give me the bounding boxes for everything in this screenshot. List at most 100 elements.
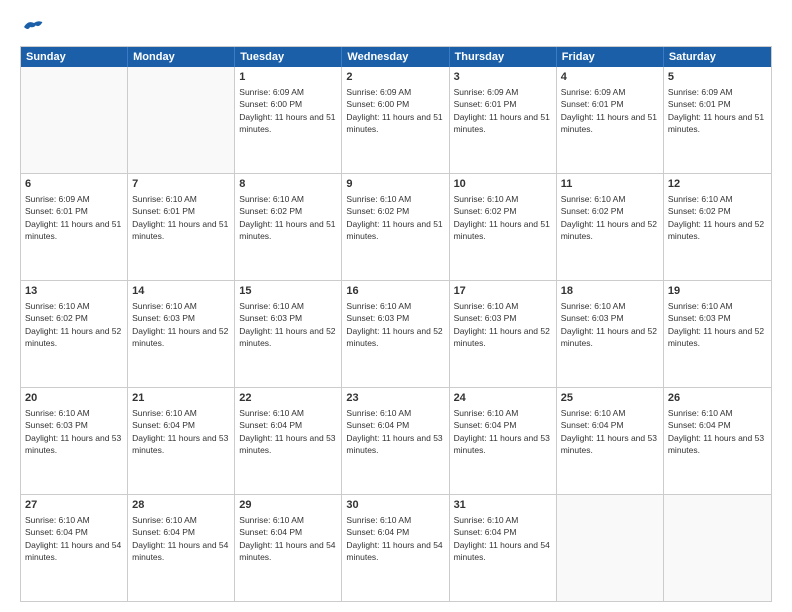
- day-info: Sunrise: 6:10 AMSunset: 6:04 PMDaylight:…: [668, 408, 764, 455]
- calendar-cell: 30 Sunrise: 6:10 AMSunset: 6:04 PMDayligh…: [342, 495, 449, 601]
- calendar-cell: 10 Sunrise: 6:10 AMSunset: 6:02 PMDayligh…: [450, 174, 557, 280]
- day-number: 18: [561, 284, 659, 299]
- day-info: Sunrise: 6:10 AMSunset: 6:03 PMDaylight:…: [561, 301, 657, 348]
- day-number: 16: [346, 284, 444, 299]
- logo-bird-icon: [22, 18, 44, 36]
- day-info: Sunrise: 6:09 AMSunset: 6:01 PMDaylight:…: [454, 87, 550, 134]
- day-number: 13: [25, 284, 123, 299]
- day-info: Sunrise: 6:10 AMSunset: 6:04 PMDaylight:…: [346, 515, 442, 562]
- calendar-grid: SundayMondayTuesdayWednesdayThursdayFrid…: [20, 46, 772, 602]
- day-number: 14: [132, 284, 230, 299]
- calendar-cell: 13 Sunrise: 6:10 AMSunset: 6:02 PMDayligh…: [21, 281, 128, 387]
- calendar-cell: 12Sunrise: 6:10 AMSunset: 6:02 PMDayligh…: [664, 174, 771, 280]
- day-info: Sunrise: 6:10 AMSunset: 6:04 PMDaylight:…: [454, 408, 550, 455]
- day-info: Sunrise: 6:10 AMSunset: 6:03 PMDaylight:…: [346, 301, 442, 348]
- day-info: Sunrise: 6:10 AMSunset: 6:04 PMDaylight:…: [239, 408, 335, 455]
- day-number: 19: [668, 284, 767, 299]
- day-number: 31: [454, 498, 552, 513]
- weekday-header-thursday: Thursday: [450, 47, 557, 67]
- day-info: Sunrise: 6:10 AMSunset: 6:04 PMDaylight:…: [132, 515, 228, 562]
- day-number: 10: [454, 177, 552, 192]
- calendar-cell: [21, 67, 128, 173]
- day-info: Sunrise: 6:10 AMSunset: 6:02 PMDaylight:…: [25, 301, 121, 348]
- calendar-cell: 15 Sunrise: 6:10 AMSunset: 6:03 PMDayligh…: [235, 281, 342, 387]
- day-number: 2: [346, 70, 444, 85]
- calendar-cell: 23 Sunrise: 6:10 AMSunset: 6:04 PMDayligh…: [342, 388, 449, 494]
- day-number: 3: [454, 70, 552, 85]
- day-info: Sunrise: 6:10 AMSunset: 6:04 PMDaylight:…: [561, 408, 657, 455]
- calendar-cell: 9Sunrise: 6:10 AMSunset: 6:02 PMDaylight…: [342, 174, 449, 280]
- day-info: Sunrise: 6:10 AMSunset: 6:04 PMDaylight:…: [132, 408, 228, 455]
- calendar-cell: 31 Sunrise: 6:10 AMSunset: 6:04 PMDayligh…: [450, 495, 557, 601]
- calendar-cell: 8Sunrise: 6:10 AMSunset: 6:02 PMDaylight…: [235, 174, 342, 280]
- day-info: Sunrise: 6:10 AMSunset: 6:02 PMDaylight:…: [239, 194, 335, 241]
- day-info: Sunrise: 6:09 AMSunset: 6:01 PMDaylight:…: [561, 87, 657, 134]
- day-number: 1: [239, 70, 337, 85]
- calendar-header: SundayMondayTuesdayWednesdayThursdayFrid…: [21, 47, 771, 67]
- calendar-cell: 24 Sunrise: 6:10 AMSunset: 6:04 PMDayligh…: [450, 388, 557, 494]
- calendar-page: SundayMondayTuesdayWednesdayThursdayFrid…: [0, 0, 792, 612]
- weekday-header-sunday: Sunday: [21, 47, 128, 67]
- day-number: 27: [25, 498, 123, 513]
- day-number: 7: [132, 177, 230, 192]
- calendar-row-2: 13 Sunrise: 6:10 AMSunset: 6:02 PMDayligh…: [21, 281, 771, 388]
- day-number: 25: [561, 391, 659, 406]
- calendar-cell: 16 Sunrise: 6:10 AMSunset: 6:03 PMDayligh…: [342, 281, 449, 387]
- day-number: 23: [346, 391, 444, 406]
- day-info: Sunrise: 6:10 AMSunset: 6:04 PMDaylight:…: [239, 515, 335, 562]
- day-info: Sunrise: 6:09 AMSunset: 6:00 PMDaylight:…: [346, 87, 442, 134]
- day-number: 24: [454, 391, 552, 406]
- day-number: 30: [346, 498, 444, 513]
- weekday-header-tuesday: Tuesday: [235, 47, 342, 67]
- day-number: 11: [561, 177, 659, 192]
- calendar-cell: 1 Sunrise: 6:09 AMSunset: 6:00 PMDaylight…: [235, 67, 342, 173]
- day-info: Sunrise: 6:10 AMSunset: 6:01 PMDaylight:…: [132, 194, 228, 241]
- day-number: 6: [25, 177, 123, 192]
- day-info: Sunrise: 6:10 AMSunset: 6:02 PMDaylight:…: [346, 194, 442, 241]
- day-number: 15: [239, 284, 337, 299]
- calendar-cell: 4 Sunrise: 6:09 AMSunset: 6:01 PMDaylight…: [557, 67, 664, 173]
- day-number: 5: [668, 70, 767, 85]
- calendar-row-4: 27 Sunrise: 6:10 AMSunset: 6:04 PMDayligh…: [21, 495, 771, 601]
- calendar-cell: 20Sunrise: 6:10 AMSunset: 6:03 PMDayligh…: [21, 388, 128, 494]
- weekday-header-wednesday: Wednesday: [342, 47, 449, 67]
- day-info: Sunrise: 6:10 AMSunset: 6:02 PMDaylight:…: [561, 194, 657, 241]
- calendar-cell: 22 Sunrise: 6:10 AMSunset: 6:04 PMDayligh…: [235, 388, 342, 494]
- day-info: Sunrise: 6:10 AMSunset: 6:02 PMDaylight:…: [668, 194, 764, 241]
- day-info: Sunrise: 6:10 AMSunset: 6:04 PMDaylight:…: [25, 515, 121, 562]
- weekday-header-saturday: Saturday: [664, 47, 771, 67]
- calendar-cell: 18 Sunrise: 6:10 AMSunset: 6:03 PMDayligh…: [557, 281, 664, 387]
- calendar-cell: 19Sunrise: 6:10 AMSunset: 6:03 PMDayligh…: [664, 281, 771, 387]
- day-info: Sunrise: 6:09 AMSunset: 6:01 PMDaylight:…: [668, 87, 764, 134]
- day-number: 4: [561, 70, 659, 85]
- day-info: Sunrise: 6:10 AMSunset: 6:03 PMDaylight:…: [239, 301, 335, 348]
- calendar-cell: 14Sunrise: 6:10 AMSunset: 6:03 PMDayligh…: [128, 281, 235, 387]
- calendar-cell: 27 Sunrise: 6:10 AMSunset: 6:04 PMDayligh…: [21, 495, 128, 601]
- day-number: 22: [239, 391, 337, 406]
- calendar-cell: 25 Sunrise: 6:10 AMSunset: 6:04 PMDayligh…: [557, 388, 664, 494]
- calendar-cell: 17Sunrise: 6:10 AMSunset: 6:03 PMDayligh…: [450, 281, 557, 387]
- day-number: 29: [239, 498, 337, 513]
- day-info: Sunrise: 6:10 AMSunset: 6:02 PMDaylight:…: [454, 194, 550, 241]
- calendar-cell: 2 Sunrise: 6:09 AMSunset: 6:00 PMDaylight…: [342, 67, 449, 173]
- calendar-cell: 21 Sunrise: 6:10 AMSunset: 6:04 PMDayligh…: [128, 388, 235, 494]
- day-info: Sunrise: 6:10 AMSunset: 6:03 PMDaylight:…: [25, 408, 121, 455]
- day-number: 21: [132, 391, 230, 406]
- day-info: Sunrise: 6:10 AMSunset: 6:04 PMDaylight:…: [454, 515, 550, 562]
- calendar-body: 1 Sunrise: 6:09 AMSunset: 6:00 PMDaylight…: [21, 67, 771, 601]
- day-info: Sunrise: 6:09 AMSunset: 6:00 PMDaylight:…: [239, 87, 335, 134]
- calendar-cell: 6 Sunrise: 6:09 AMSunset: 6:01 PMDaylight…: [21, 174, 128, 280]
- calendar-cell: 3 Sunrise: 6:09 AMSunset: 6:01 PMDaylight…: [450, 67, 557, 173]
- logo: [20, 18, 44, 36]
- day-info: Sunrise: 6:10 AMSunset: 6:04 PMDaylight:…: [346, 408, 442, 455]
- day-number: 26: [668, 391, 767, 406]
- calendar-cell: 7 Sunrise: 6:10 AMSunset: 6:01 PMDaylight…: [128, 174, 235, 280]
- calendar-cell: 28Sunrise: 6:10 AMSunset: 6:04 PMDayligh…: [128, 495, 235, 601]
- calendar-cell: 11 Sunrise: 6:10 AMSunset: 6:02 PMDayligh…: [557, 174, 664, 280]
- calendar-cell: [128, 67, 235, 173]
- weekday-header-friday: Friday: [557, 47, 664, 67]
- calendar-cell: 26 Sunrise: 6:10 AMSunset: 6:04 PMDayligh…: [664, 388, 771, 494]
- day-info: Sunrise: 6:09 AMSunset: 6:01 PMDaylight:…: [25, 194, 121, 241]
- calendar-cell: 5 Sunrise: 6:09 AMSunset: 6:01 PMDaylight…: [664, 67, 771, 173]
- calendar-cell: [664, 495, 771, 601]
